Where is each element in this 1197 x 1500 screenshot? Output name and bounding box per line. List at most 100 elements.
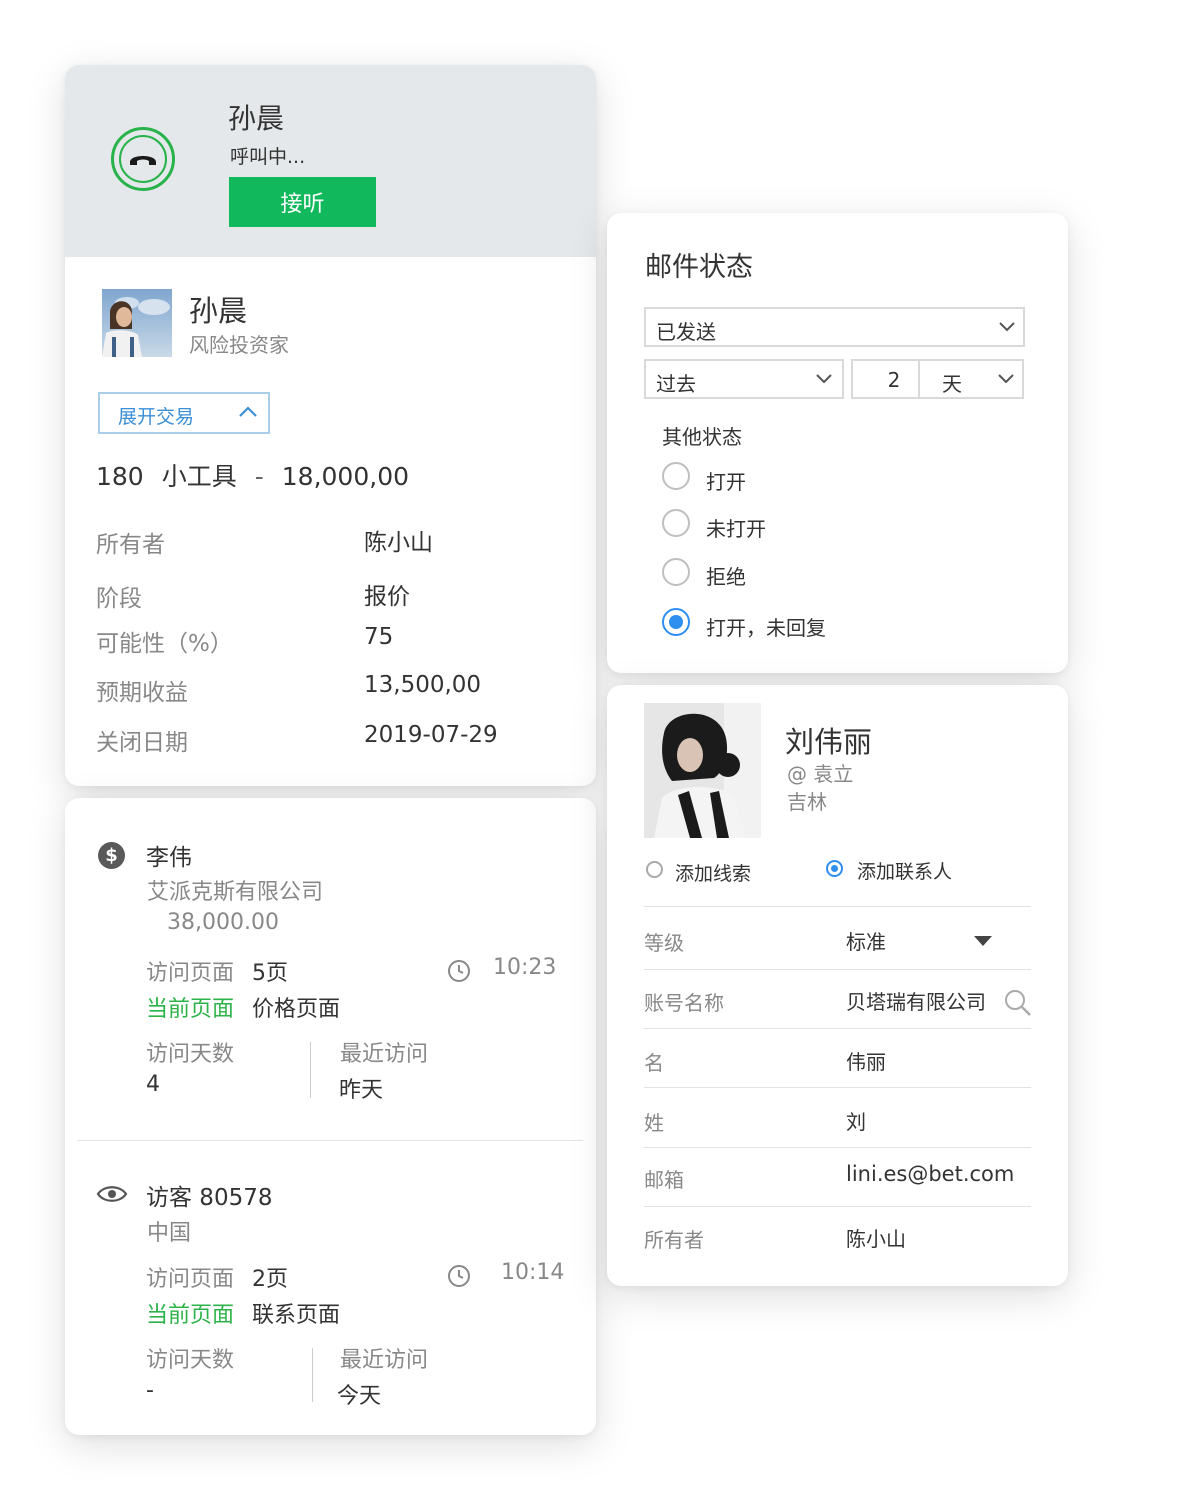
visitor-name: 访客 80578 [146, 1185, 273, 1211]
clock-icon [448, 1265, 470, 1287]
recent-visit-label: 最近访问 [340, 1042, 429, 1067]
phone-icon [111, 127, 175, 191]
contact-title: 风险投资家 [189, 333, 289, 357]
period-select[interactable]: 过去 [644, 359, 844, 399]
radio-opened-no-reply-label: 打开，未回复 [706, 616, 826, 640]
visitor-location: 中国 [147, 1221, 192, 1246]
deal-summary: 180 小工具 -18,000,00 [96, 457, 427, 493]
chevron-down-icon [998, 374, 1014, 384]
avatar [644, 703, 761, 838]
contact-card: 刘伟丽 @ 袁立 吉林 添加线索 添加联系人 等级 标准 账号名称 贝塔瑞有限公… [607, 685, 1068, 1286]
visitor-activity-card: $ 李伟 艾派克斯有限公司 38,000.00 访问页面 5页 10:23 当前… [65, 798, 596, 1435]
field-label-level: 等级 [644, 931, 684, 955]
field-value-account-name[interactable]: 贝塔瑞有限公司 [846, 986, 986, 1015]
visit-days-label: 访问天数 [146, 1042, 235, 1067]
other-status-label: 其他状态 [662, 425, 742, 449]
visit-days-value: 4 [146, 1072, 160, 1097]
add-contact-radio[interactable] [826, 860, 843, 877]
caller-name: 孙晨 [228, 102, 285, 135]
expand-deal-label: 展开交易 [118, 406, 195, 428]
radio-rejected[interactable] [662, 558, 690, 586]
visited-pages-label: 访问页面 [146, 961, 235, 986]
call-status: 呼叫中... [230, 146, 306, 168]
deal-amount: 18,000,00 [281, 462, 409, 491]
avatar [102, 289, 172, 357]
divider [644, 969, 1031, 970]
field-value-stage: 报价 [364, 584, 410, 610]
field-value-owner: 陈小山 [364, 530, 433, 556]
field-label-owner: 所有者 [96, 532, 165, 558]
add-lead-label: 添加线索 [675, 863, 752, 885]
field-label-stage: 阶段 [96, 586, 142, 612]
deal-product: 小工具 [161, 462, 237, 491]
caret-down-icon[interactable] [973, 935, 993, 947]
recent-visit-label: 最近访问 [340, 1348, 429, 1373]
radio-rejected-label: 拒绝 [706, 565, 746, 589]
field-label-expected-revenue: 预期收益 [96, 680, 188, 706]
field-value-probability: 75 [364, 624, 394, 650]
chevron-down-icon [999, 322, 1015, 332]
visit-days-label: 访问天数 [146, 1348, 235, 1373]
period-value: 过去 [656, 372, 696, 396]
radio-unopened[interactable] [662, 509, 690, 537]
unit-select[interactable]: 天 [918, 359, 1024, 399]
divider [644, 1028, 1031, 1029]
divider [644, 1206, 1031, 1207]
deal-call-card: 孙晨 呼叫中... 接听 孙晨 风险投资家 展开交易 180 小工具 - 18,… [65, 65, 596, 786]
radio-opened-label: 打开 [706, 470, 746, 494]
visitor-company: 艾派克斯有限公司 [147, 880, 324, 905]
contact-location: 吉林 [787, 790, 827, 814]
answer-button[interactable]: 接听 [229, 177, 376, 227]
add-lead-radio[interactable] [646, 861, 663, 878]
divider [77, 1140, 583, 1141]
field-value-level[interactable]: 标准 [846, 926, 886, 955]
contact-name: 孙晨 [189, 294, 248, 328]
visit-time: 10:14 [501, 1260, 565, 1285]
visited-pages-value: 2页 [252, 1267, 288, 1292]
field-value-last-name[interactable]: 刘 [846, 1106, 866, 1135]
field-value-first-name[interactable]: 伟丽 [846, 1046, 886, 1075]
recent-visit-value: 昨天 [339, 1078, 384, 1103]
clock-icon [448, 960, 470, 982]
field-label-close-date: 关闭日期 [96, 730, 188, 756]
current-page-label: 当前页面 [146, 1303, 235, 1328]
deal-dash: - [254, 462, 264, 491]
field-label-last-name: 姓 [644, 1111, 664, 1135]
search-icon[interactable] [1003, 988, 1033, 1018]
field-value-email[interactable]: lini.es@bet.com [846, 1162, 1014, 1186]
radio-opened[interactable] [662, 462, 690, 490]
expand-deal-button[interactable]: 展开交易 [98, 392, 270, 434]
contact-handle: @ 袁立 [787, 762, 854, 786]
visitor-name: 李伟 [146, 845, 192, 871]
visit-days-value: - [146, 1378, 154, 1403]
visitor-deal-value: 38,000.00 [167, 910, 279, 935]
recent-visit-value: 今天 [337, 1384, 382, 1409]
contact-name: 刘伟丽 [785, 725, 873, 759]
current-page-label: 当前页面 [146, 997, 235, 1022]
field-label-probability: 可能性（%） [96, 631, 233, 657]
divider [644, 1087, 1031, 1088]
divider [312, 1348, 313, 1402]
field-value-owner[interactable]: 陈小山 [846, 1223, 906, 1252]
field-label-first-name: 名 [644, 1051, 664, 1075]
divider [644, 906, 1031, 907]
mail-status-title: 邮件状态 [645, 252, 753, 283]
radio-opened-no-reply[interactable] [662, 608, 690, 636]
visit-time: 10:23 [493, 955, 557, 980]
visited-pages-label: 访问页面 [146, 1267, 235, 1292]
field-label-owner: 所有者 [644, 1228, 704, 1252]
chevron-up-icon [239, 406, 257, 417]
mail-status-select[interactable]: 已发送 [644, 307, 1025, 347]
divider [644, 1147, 1031, 1148]
field-value-close-date: 2019-07-29 [364, 722, 498, 748]
dollar-icon: $ [98, 842, 125, 869]
mail-status-card: 邮件状态 已发送 过去 2 天 其他状态 打开 未打开 拒绝 打开，未回复 [607, 213, 1068, 673]
divider [310, 1042, 311, 1098]
current-page-value[interactable]: 价格页面 [252, 991, 340, 1023]
unit-value: 天 [942, 372, 962, 396]
current-page-value[interactable]: 联系页面 [252, 1297, 340, 1329]
field-label-account-name: 账号名称 [644, 991, 724, 1015]
mail-status-value: 已发送 [656, 320, 716, 344]
eye-icon [96, 1186, 128, 1202]
field-label-email: 邮箱 [644, 1168, 684, 1192]
